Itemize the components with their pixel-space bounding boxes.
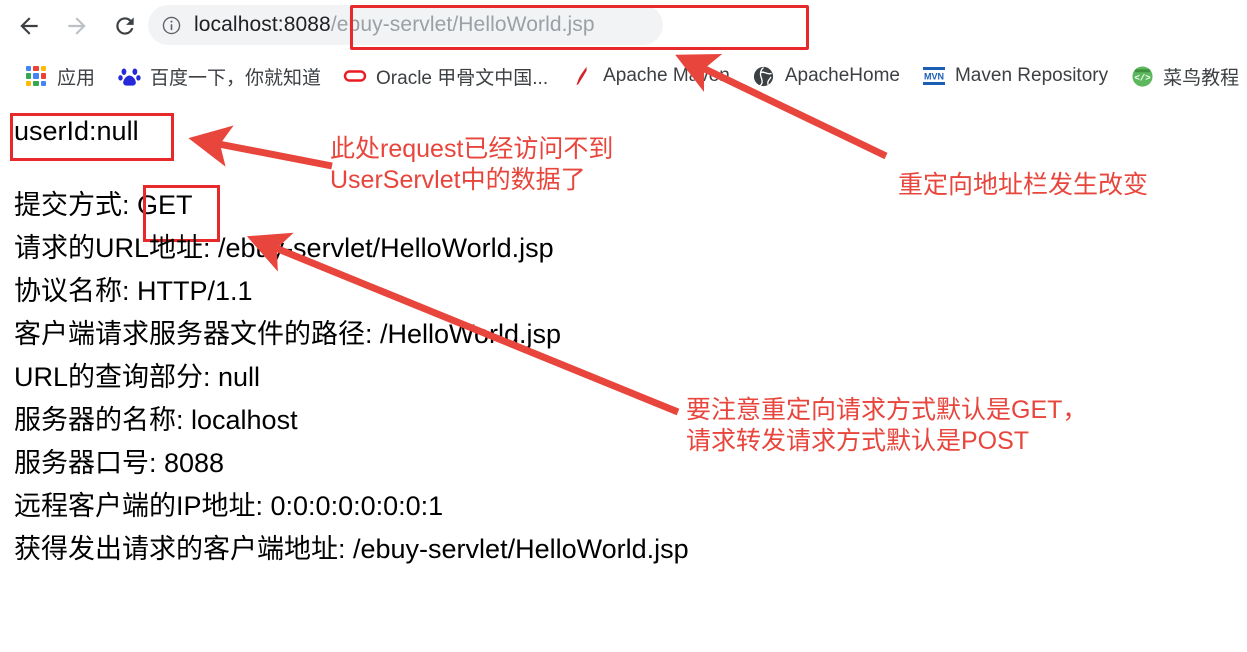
bookmark-label: Oracle 甲骨文中国...: [376, 67, 549, 89]
bookmark-label: ApacheHome: [784, 65, 900, 86]
bookmark-label: Apache Maven: [603, 65, 730, 86]
output-line-2: 协议名称: HTTP/1.1: [14, 276, 253, 306]
output-line-7: 远程客户端的IP地址: 0:0:0:0:0:0:0:1: [14, 491, 444, 521]
browser-window: localhost:8088/ebuy-servlet/HelloWorld.j…: [0, 0, 1247, 652]
bookmark-baidu[interactable]: 百度一下，你就知道: [111, 59, 327, 93]
info-circle-icon[interactable]: [160, 14, 182, 36]
output-line-6: 服务器口号: 8088: [14, 448, 225, 478]
output-line-4: URL的查询部分: null: [14, 362, 261, 392]
arrow-right-icon: [64, 13, 90, 39]
bookmark-maven-repository[interactable]: MVN Maven Repository: [916, 59, 1114, 93]
apps-grid-icon: [24, 64, 48, 88]
output-line-8: 获得发出请求的客户端地址: /ebuy-servlet/HelloWorld.j…: [14, 534, 689, 564]
bookmark-apachehome[interactable]: ApacheHome: [746, 59, 906, 93]
bookmarks-bar: 应用 百度一下，你就知道 Oracle 甲骨文中国... Apache Mave…: [0, 52, 1247, 101]
annotation-note-request: 此处request已经访问不到 UserServlet中的数据了: [330, 135, 614, 194]
globe-icon: [752, 64, 776, 88]
svg-text:MVN: MVN: [924, 72, 944, 82]
mvn-icon: MVN: [922, 64, 946, 88]
annotation-note-method: 要注意重定向请求方式默认是GET， 请求转发请求方式默认是POST: [686, 396, 1088, 455]
annotation-box-userid: [10, 113, 174, 161]
bookmark-runoob[interactable]: </> 菜鸟教程: [1124, 59, 1245, 93]
annotation-note-redirect: 重定向地址栏发生改变: [898, 171, 1149, 199]
back-button[interactable]: [10, 7, 48, 45]
code-badge-icon: </>: [1130, 64, 1154, 88]
bookmark-label: 菜鸟教程: [1163, 67, 1240, 89]
reload-button[interactable]: [106, 7, 144, 45]
address-host: localhost:8088: [194, 13, 331, 36]
bookmark-apps[interactable]: 应用: [18, 59, 101, 93]
arrow-left-icon: [16, 13, 42, 39]
output-line-3: 客户端请求服务器文件的路径: /HelloWorld.jsp: [14, 319, 562, 349]
apache-feather-icon: [570, 64, 594, 88]
oracle-o-icon: [343, 64, 367, 88]
reload-icon: [112, 13, 138, 39]
omnibox-wrapper: localhost:8088/ebuy-servlet/HelloWorld.j…: [148, 3, 809, 50]
page-content: userId:null 提交方式: GET 请求的URL地址: /ebuy-se…: [0, 100, 1247, 652]
browser-toolbar: localhost:8088/ebuy-servlet/HelloWorld.j…: [0, 0, 1247, 52]
forward-button[interactable]: [58, 7, 96, 45]
svg-text:</>: </>: [1134, 72, 1151, 83]
bookmark-label: 应用: [57, 67, 96, 89]
bookmark-apache-maven[interactable]: Apache Maven: [564, 59, 736, 93]
bookmark-oracle[interactable]: Oracle 甲骨文中国...: [337, 59, 554, 93]
baidu-paw-icon: [117, 64, 141, 88]
annotation-box-address-bar: [350, 5, 809, 50]
output-line-1: 请求的URL地址: /ebuy-servlet/HelloWorld.jsp: [14, 233, 554, 263]
bookmark-label: 百度一下，你就知道: [150, 67, 322, 89]
bookmark-label: Maven Repository: [954, 65, 1109, 86]
output-line-5: 服务器的名称: localhost: [14, 405, 298, 435]
